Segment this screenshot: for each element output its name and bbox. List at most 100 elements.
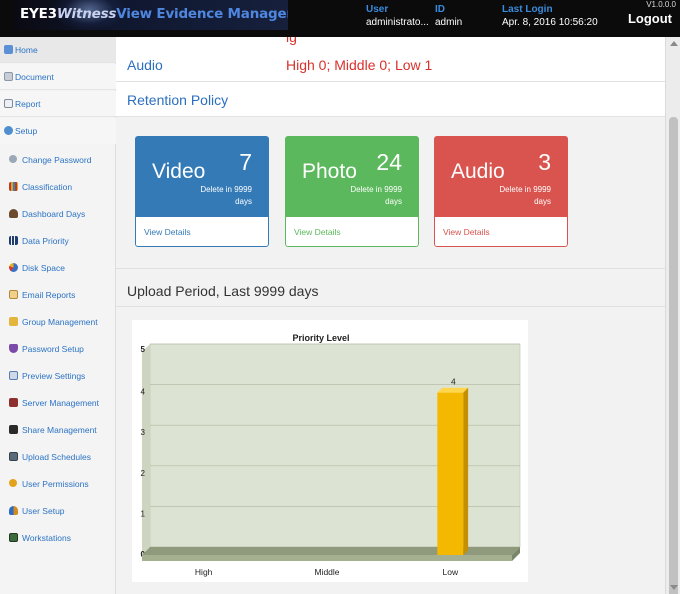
section-divider [116, 306, 665, 307]
sidebar-item-server-management[interactable]: Server Management [0, 390, 116, 416]
tile-photo: Photo 24 Delete in 9999 days View Detail… [285, 136, 419, 247]
sidebar-item-label: Dashboard Days [22, 209, 86, 219]
user-info: User administrato... [366, 4, 429, 29]
chart-y-tick-label: 3 [141, 428, 146, 437]
chart-x-tick-label: Low [443, 567, 459, 577]
email-icon [9, 290, 18, 299]
sidebar-item-setup[interactable]: Setup [0, 118, 116, 144]
server-icon [9, 398, 18, 407]
sidebar: Home Document Report Setup Change Passwo… [0, 37, 116, 594]
sidebar-item-label: Document [15, 72, 54, 82]
sidebar-item-label: User Permissions [22, 479, 89, 489]
tile-video-name: Video [152, 160, 206, 183]
sidebar-item-user-permissions[interactable]: User Permissions [0, 471, 116, 497]
scrollbar-thumb[interactable] [669, 117, 678, 594]
audio-priority-row: ig Audio High 0; Middle 0; Low 1 [116, 37, 665, 82]
sidebar-item-label: Email Reports [22, 290, 76, 300]
tile-photo-count: 24 [376, 149, 402, 175]
tile-audio: Audio 3 Delete in 9999 days View Details [434, 136, 568, 247]
sidebar-item-document[interactable]: Document [0, 64, 116, 90]
sidebar-item-preview-settings[interactable]: Preview Settings [0, 363, 116, 389]
user-label: User [366, 4, 389, 15]
sidebar-item-email-reports[interactable]: Email Reports [0, 282, 116, 308]
audio-priority-value: High 0; Middle 0; Low 1 [286, 57, 433, 73]
sidebar-item-password-setup[interactable]: Password Setup [0, 336, 116, 362]
logo-eye-text: EYE3 [20, 6, 57, 22]
user-value: administrato... [366, 17, 429, 28]
sidebar-item-report[interactable]: Report [0, 91, 116, 117]
tile-video-view-details-link[interactable]: View Details [144, 227, 191, 237]
folder-icon [9, 317, 18, 326]
priority-level-chart-svg: Priority Level012345HighMiddle4Low [141, 333, 521, 577]
upload-period-title: Upload Period, Last 9999 days [127, 283, 319, 299]
last-login-label: Last Login [502, 4, 553, 15]
tile-photo-footer: View Details [285, 217, 419, 247]
id-label: ID [435, 4, 445, 15]
sidebar-item-classification[interactable]: Classification [0, 174, 116, 200]
document-icon [4, 72, 13, 81]
tile-photo-desc: Delete in 9999 days [350, 185, 402, 206]
sidebar-item-share-management[interactable]: Share Management [0, 417, 116, 443]
tile-photo-view-details-link[interactable]: View Details [294, 227, 341, 237]
sidebar-item-dashboard-days[interactable]: Dashboard Days [0, 201, 116, 227]
tile-audio-desc: Delete in 9999 days [499, 185, 551, 206]
chart-bar-side [463, 387, 469, 555]
version-label: V1.0.0.0 [646, 0, 676, 9]
sidebar-item-label: Preview Settings [22, 371, 86, 381]
main-content: ig Audio High 0; Middle 0; Low 1 Retenti… [116, 37, 665, 594]
chart-y-tick-label: 1 [141, 509, 146, 518]
sidebar-item-label: Share Management [22, 425, 97, 435]
logo-title-text: View Evidence Management Portal [116, 6, 288, 22]
pie-chart-icon [9, 263, 18, 272]
logo-witness-text: Witness [56, 6, 117, 22]
bar-chart-icon [9, 236, 18, 245]
tile-video-footer: View Details [135, 217, 269, 247]
chart-title: Priority Level [292, 333, 349, 343]
sidebar-item-label: Report [15, 99, 41, 109]
tile-video: Video 7 Delete in 9999 days View Details [135, 136, 269, 247]
chart-data-label: 4 [451, 377, 456, 387]
logout-button[interactable]: Logout [628, 11, 672, 26]
chart-y-tick-label: 2 [141, 469, 146, 478]
vertical-scrollbar[interactable] [665, 37, 680, 594]
tile-photo-name: Photo [302, 160, 357, 183]
sidebar-item-label: Disk Space [22, 263, 65, 273]
chart-x-tick-label: High [195, 567, 213, 577]
key-icon [9, 479, 17, 487]
sidebar-item-user-setup[interactable]: User Setup [0, 498, 116, 524]
sidebar-item-disk-space[interactable]: Disk Space [0, 255, 116, 281]
sidebar-item-label: Upload Schedules [22, 452, 91, 462]
preview-icon [9, 371, 18, 380]
sidebar-item-home[interactable]: Home [0, 37, 116, 63]
users-icon [9, 506, 18, 515]
calendar-icon [9, 452, 18, 461]
sidebar-item-label: Workstations [22, 533, 71, 543]
sidebar-item-data-priority[interactable]: Data Priority [0, 228, 116, 254]
sidebar-item-label: Group Management [22, 317, 98, 327]
chart-left-wall [142, 344, 150, 555]
scroll-down-arrow-icon[interactable] [670, 585, 678, 590]
sidebar-item-group-management[interactable]: Group Management [0, 309, 116, 335]
share-icon [9, 425, 18, 434]
sidebar-item-label: Password Setup [22, 344, 84, 354]
chart-y-tick-label: 4 [141, 388, 146, 397]
tile-audio-view-details-link[interactable]: View Details [443, 227, 490, 237]
workstation-icon [9, 533, 18, 542]
sidebar-item-label: Server Management [22, 398, 100, 408]
last-login-info: Last Login Apr. 8, 2016 10:56:20 [502, 4, 598, 29]
id-info: ID admin [435, 4, 462, 29]
sidebar-item-change-password[interactable]: Change Password [0, 147, 116, 173]
sidebar-item-label: Classification [22, 182, 73, 192]
shield-icon [9, 344, 18, 353]
sidebar-item-workstations[interactable]: Workstations [0, 525, 116, 551]
tile-video-desc: Delete in 9999 days [200, 185, 252, 206]
scroll-up-arrow-icon[interactable] [670, 41, 678, 46]
sidebar-item-label: Home [15, 45, 38, 55]
sidebar-item-upload-schedules[interactable]: Upload Schedules [0, 444, 116, 470]
chart-y-tick-label: 5 [141, 345, 146, 354]
chart-bar [437, 392, 464, 555]
sidebar-item-label: Change Password [22, 155, 92, 165]
priority-level-chart: Priority Level012345HighMiddle4Low [132, 320, 528, 582]
chart-bar-top [437, 387, 469, 393]
last-login-value: Apr. 8, 2016 10:56:20 [502, 17, 598, 28]
